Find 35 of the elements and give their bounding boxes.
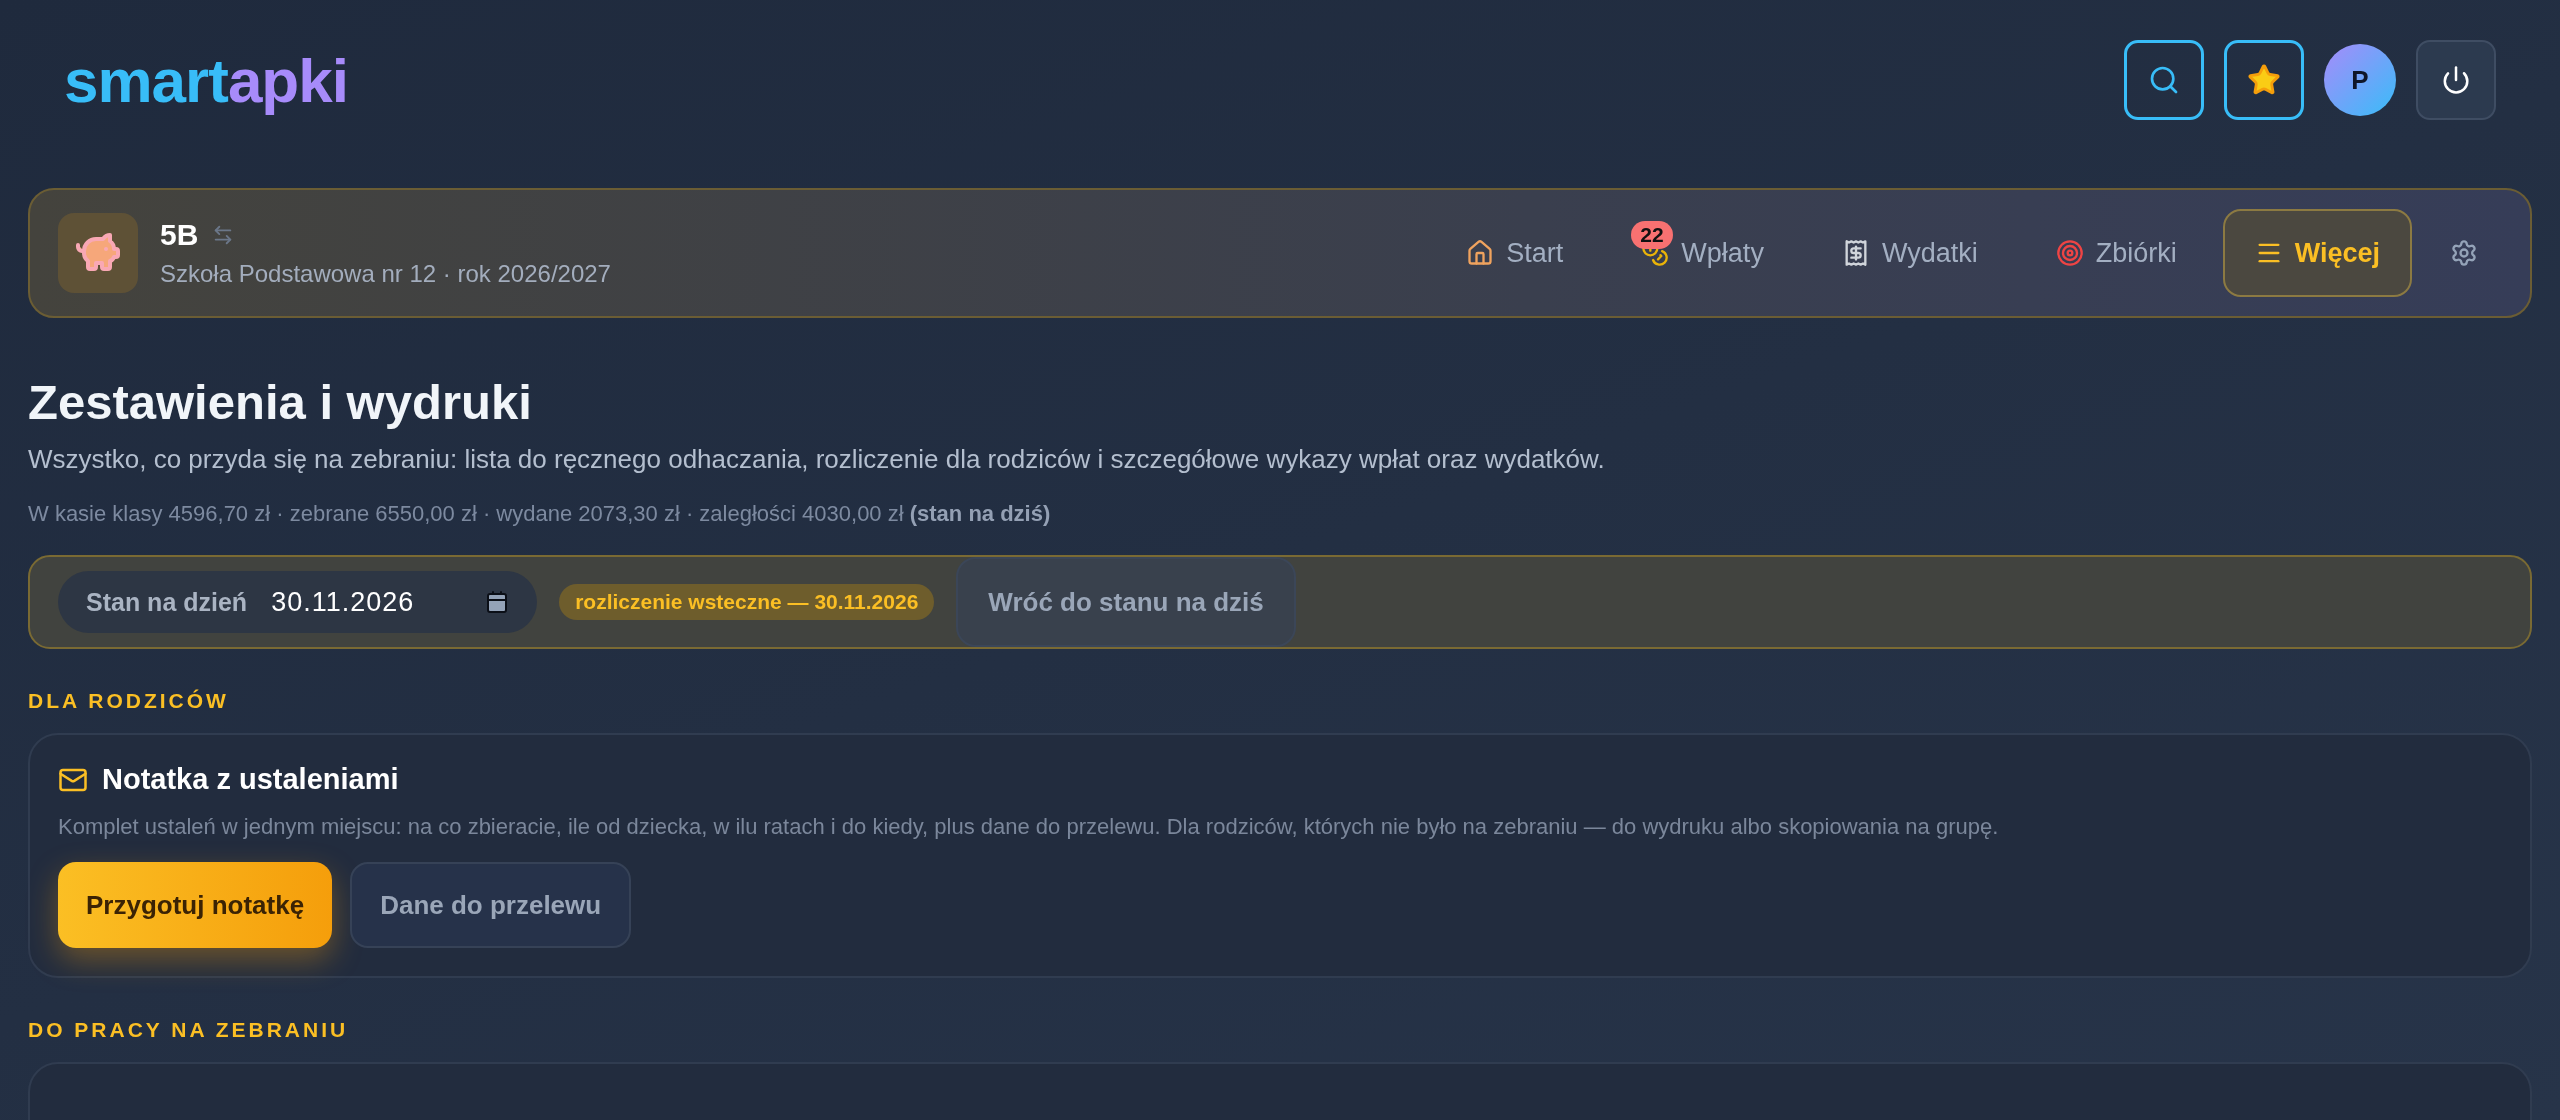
star-icon — [2247, 63, 2281, 97]
piggy-bank-icon — [58, 213, 138, 293]
power-icon — [2441, 65, 2471, 95]
search-icon — [2148, 64, 2180, 96]
logout-button[interactable] — [2416, 40, 2496, 120]
avatar-button[interactable]: P — [2324, 44, 2396, 116]
settings-icon — [2450, 239, 2478, 267]
nav-tab[interactable]: Start — [1434, 209, 1596, 297]
calendar-icon[interactable] — [485, 590, 510, 614]
date-field[interactable]: Stan na dzień 30.11.2026 — [58, 571, 538, 633]
section-heading: DLA RODZICÓW — [28, 689, 230, 713]
page-subtitle: Wszystko, co przyda się na zebraniu: lista do ręcznego odhaczania, rozliczenie dla rodziców i szczegółowe wykazy wpłat oraz wydatków. — [28, 444, 1606, 475]
class-name: 5B — [160, 218, 199, 252]
nav-tab[interactable]: Zbiórki — [2023, 209, 2209, 297]
section-heading: DO PRACY NA ZEBRANIU — [28, 1018, 350, 1042]
nav-tab[interactable]: Wydatki — [1809, 209, 2010, 297]
action-button[interactable]: Przygotuj notatkę — [58, 862, 333, 948]
logo: smartapki — [64, 44, 348, 116]
date-label: Stan na dzień — [86, 587, 248, 617]
date-input[interactable]: 30.11.2026 — [269, 585, 464, 619]
school-info: Szkoła Podstawowa nr 12 · rok 2026/2027 — [160, 260, 612, 288]
favorites-button[interactable] — [2224, 40, 2304, 120]
page-title: Zestawienia i wydruki — [28, 374, 533, 430]
card-title: Notatka z ustaleniami — [102, 763, 399, 796]
card-description: Komplet ustaleń w jednym miejscu: na co zbieracie, ile od dziecka, w ilu ratach i do kiedy, plus dane do przelewu. Dla rodziców, których nie było na zebraniu — do wydruku albo skopiowania na grupę. — [58, 814, 2000, 840]
status-badge: rozliczenie wsteczne — 30.11.2026 — [559, 584, 935, 620]
nav-tab[interactable]: Wpłaty 22 — [1609, 209, 1796, 297]
action-button[interactable]: Dane do przelewu — [350, 862, 632, 948]
house-icon — [1466, 239, 1495, 267]
reset-button[interactable]: Wróć do stanu na dziś — [956, 557, 1296, 647]
nav-tab[interactable]: Więcej — [2222, 209, 2412, 297]
search-button[interactable] — [2124, 40, 2204, 120]
count-badge: 22 — [1631, 221, 1673, 249]
stats-line: W kasie klasy 4596,70 zł · zebrane 6550,00 zł · wydane 2073,30 zł · zaległości 4030,00 zł (stan na dziś) — [28, 501, 1052, 527]
target-icon — [2055, 239, 2084, 267]
